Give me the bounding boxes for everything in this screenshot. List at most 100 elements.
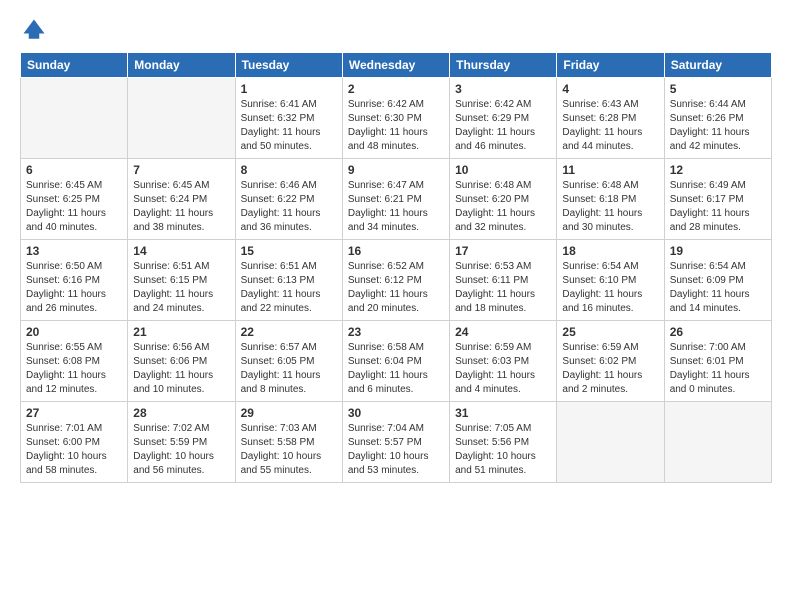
day-info: Sunrise: 6:59 AMSunset: 6:02 PMDaylight:… <box>562 341 658 397</box>
day-info: Sunrise: 7:03 AMSunset: 5:58 PMDaylight:… <box>241 422 337 478</box>
day-info: Sunrise: 6:48 AMSunset: 6:20 PMDaylight:… <box>455 179 551 235</box>
day-number: 23 <box>348 325 444 339</box>
day-info: Sunrise: 6:59 AMSunset: 6:03 PMDaylight:… <box>455 341 551 397</box>
day-cell: 28 Sunrise: 7:02 AMSunset: 5:59 PMDayligh… <box>128 402 235 483</box>
logo-icon <box>20 16 48 44</box>
day-info: Sunrise: 7:02 AMSunset: 5:59 PMDaylight:… <box>133 422 229 478</box>
day-number: 5 <box>670 82 766 96</box>
weekday-header-friday: Friday <box>557 53 664 78</box>
day-cell: 20 Sunrise: 6:55 AMSunset: 6:08 PMDayligh… <box>21 321 128 402</box>
day-cell: 24 Sunrise: 6:59 AMSunset: 6:03 PMDayligh… <box>450 321 557 402</box>
day-info: Sunrise: 6:52 AMSunset: 6:12 PMDaylight:… <box>348 260 444 316</box>
day-number: 13 <box>26 244 122 258</box>
day-cell: 12Sunrise: 6:49 AMSunset: 6:17 PMDayligh… <box>664 159 771 240</box>
weekday-header-wednesday: Wednesday <box>342 53 449 78</box>
week-row-5: 27Sunrise: 7:01 AMSunset: 6:00 PMDayligh… <box>21 402 772 483</box>
day-cell: 30 Sunrise: 7:04 AMSunset: 5:57 PMDayligh… <box>342 402 449 483</box>
day-number: 20 <box>26 325 122 339</box>
day-cell <box>664 402 771 483</box>
day-info: Sunrise: 6:54 AMSunset: 6:09 PMDaylight:… <box>670 260 766 316</box>
day-number: 10 <box>455 163 551 177</box>
day-info: Sunrise: 6:45 AMSunset: 6:24 PMDaylight:… <box>133 179 229 235</box>
day-cell: 7 Sunrise: 6:45 AMSunset: 6:24 PMDaylight… <box>128 159 235 240</box>
day-cell: 9Sunrise: 6:47 AMSunset: 6:21 PMDaylight… <box>342 159 449 240</box>
day-number: 22 <box>241 325 337 339</box>
day-number: 15 <box>241 244 337 258</box>
day-cell: 8 Sunrise: 6:46 AMSunset: 6:22 PMDaylight… <box>235 159 342 240</box>
day-cell: 13 Sunrise: 6:50 AMSunset: 6:16 PMDayligh… <box>21 240 128 321</box>
day-cell <box>21 78 128 159</box>
day-number: 31 <box>455 406 551 420</box>
day-cell: 16 Sunrise: 6:52 AMSunset: 6:12 PMDayligh… <box>342 240 449 321</box>
day-number: 30 <box>348 406 444 420</box>
day-info: Sunrise: 7:00 AMSunset: 6:01 PMDaylight:… <box>670 341 766 397</box>
day-number: 4 <box>562 82 658 96</box>
day-number: 21 <box>133 325 229 339</box>
calendar: SundayMondayTuesdayWednesdayThursdayFrid… <box>20 52 772 483</box>
day-info: Sunrise: 6:50 AMSunset: 6:16 PMDaylight:… <box>26 260 122 316</box>
day-number: 2 <box>348 82 444 96</box>
day-number: 6 <box>26 163 122 177</box>
day-number: 3 <box>455 82 551 96</box>
day-cell: 26Sunrise: 7:00 AMSunset: 6:01 PMDayligh… <box>664 321 771 402</box>
week-row-3: 13 Sunrise: 6:50 AMSunset: 6:16 PMDayligh… <box>21 240 772 321</box>
day-cell: 1Sunrise: 6:41 AMSunset: 6:32 PMDaylight… <box>235 78 342 159</box>
day-cell: 11 Sunrise: 6:48 AMSunset: 6:18 PMDayligh… <box>557 159 664 240</box>
day-info: Sunrise: 6:48 AMSunset: 6:18 PMDaylight:… <box>562 179 658 235</box>
day-cell: 19 Sunrise: 6:54 AMSunset: 6:09 PMDayligh… <box>664 240 771 321</box>
day-info: Sunrise: 6:45 AMSunset: 6:25 PMDaylight:… <box>26 179 122 235</box>
day-info: Sunrise: 6:58 AMSunset: 6:04 PMDaylight:… <box>348 341 444 397</box>
day-cell: 27Sunrise: 7:01 AMSunset: 6:00 PMDayligh… <box>21 402 128 483</box>
weekday-header-saturday: Saturday <box>664 53 771 78</box>
day-cell: 17Sunrise: 6:53 AMSunset: 6:11 PMDayligh… <box>450 240 557 321</box>
day-info: Sunrise: 6:42 AMSunset: 6:29 PMDaylight:… <box>455 98 551 154</box>
day-cell: 10 Sunrise: 6:48 AMSunset: 6:20 PMDayligh… <box>450 159 557 240</box>
day-number: 19 <box>670 244 766 258</box>
day-info: Sunrise: 6:42 AMSunset: 6:30 PMDaylight:… <box>348 98 444 154</box>
day-number: 11 <box>562 163 658 177</box>
week-row-4: 20 Sunrise: 6:55 AMSunset: 6:08 PMDayligh… <box>21 321 772 402</box>
day-number: 24 <box>455 325 551 339</box>
day-cell: 14Sunrise: 6:51 AMSunset: 6:15 PMDayligh… <box>128 240 235 321</box>
weekday-header-sunday: Sunday <box>21 53 128 78</box>
day-number: 8 <box>241 163 337 177</box>
day-cell: 2 Sunrise: 6:42 AMSunset: 6:30 PMDaylight… <box>342 78 449 159</box>
day-number: 25 <box>562 325 658 339</box>
day-info: Sunrise: 6:44 AMSunset: 6:26 PMDaylight:… <box>670 98 766 154</box>
day-info: Sunrise: 6:41 AMSunset: 6:32 PMDaylight:… <box>241 98 337 154</box>
day-number: 18 <box>562 244 658 258</box>
header <box>20 16 772 44</box>
day-cell: 25 Sunrise: 6:59 AMSunset: 6:02 PMDayligh… <box>557 321 664 402</box>
day-info: Sunrise: 7:01 AMSunset: 6:00 PMDaylight:… <box>26 422 122 478</box>
day-number: 29 <box>241 406 337 420</box>
day-cell: 3 Sunrise: 6:42 AMSunset: 6:29 PMDaylight… <box>450 78 557 159</box>
day-info: Sunrise: 6:56 AMSunset: 6:06 PMDaylight:… <box>133 341 229 397</box>
day-info: Sunrise: 7:04 AMSunset: 5:57 PMDaylight:… <box>348 422 444 478</box>
day-cell: 6 Sunrise: 6:45 AMSunset: 6:25 PMDaylight… <box>21 159 128 240</box>
day-number: 7 <box>133 163 229 177</box>
day-info: Sunrise: 6:55 AMSunset: 6:08 PMDaylight:… <box>26 341 122 397</box>
logo <box>20 16 52 44</box>
week-row-1: 1Sunrise: 6:41 AMSunset: 6:32 PMDaylight… <box>21 78 772 159</box>
weekday-header-monday: Monday <box>128 53 235 78</box>
day-info: Sunrise: 6:57 AMSunset: 6:05 PMDaylight:… <box>241 341 337 397</box>
day-cell: 31 Sunrise: 7:05 AMSunset: 5:56 PMDayligh… <box>450 402 557 483</box>
day-cell <box>557 402 664 483</box>
day-info: Sunrise: 6:49 AMSunset: 6:17 PMDaylight:… <box>670 179 766 235</box>
day-info: Sunrise: 6:43 AMSunset: 6:28 PMDaylight:… <box>562 98 658 154</box>
day-info: Sunrise: 6:46 AMSunset: 6:22 PMDaylight:… <box>241 179 337 235</box>
day-cell: 22 Sunrise: 6:57 AMSunset: 6:05 PMDayligh… <box>235 321 342 402</box>
day-info: Sunrise: 6:54 AMSunset: 6:10 PMDaylight:… <box>562 260 658 316</box>
day-info: Sunrise: 6:51 AMSunset: 6:13 PMDaylight:… <box>241 260 337 316</box>
day-cell: 15 Sunrise: 6:51 AMSunset: 6:13 PMDayligh… <box>235 240 342 321</box>
day-info: Sunrise: 7:05 AMSunset: 5:56 PMDaylight:… <box>455 422 551 478</box>
day-cell: 21 Sunrise: 6:56 AMSunset: 6:06 PMDayligh… <box>128 321 235 402</box>
day-number: 16 <box>348 244 444 258</box>
day-number: 14 <box>133 244 229 258</box>
weekday-header-row: SundayMondayTuesdayWednesdayThursdayFrid… <box>21 53 772 78</box>
day-cell: 29 Sunrise: 7:03 AMSunset: 5:58 PMDayligh… <box>235 402 342 483</box>
weekday-header-thursday: Thursday <box>450 53 557 78</box>
day-number: 28 <box>133 406 229 420</box>
day-cell: 18 Sunrise: 6:54 AMSunset: 6:10 PMDayligh… <box>557 240 664 321</box>
weekday-header-tuesday: Tuesday <box>235 53 342 78</box>
